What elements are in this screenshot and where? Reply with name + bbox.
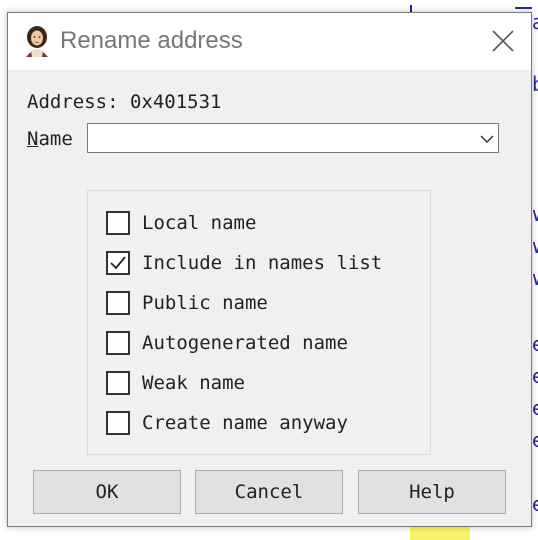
checkbox-box[interactable] [106, 211, 130, 235]
background-text: a [532, 10, 538, 34]
checkbox-box[interactable] [106, 331, 130, 355]
name-label: Name [27, 128, 73, 150]
create-name-anyway-checkbox[interactable]: Create name anyway [106, 409, 348, 437]
ida-portrait-icon [22, 25, 52, 57]
close-button[interactable] [485, 23, 521, 59]
local-name-checkbox[interactable]: Local name [106, 209, 256, 237]
background-text: w [532, 202, 538, 226]
address-label: Address: 0x401531 [27, 91, 222, 113]
background-text: e [532, 364, 538, 388]
dialog-title: Rename address [60, 27, 243, 54]
name-label-mnemonic: N [27, 128, 39, 150]
checkbox-box[interactable] [106, 371, 130, 395]
include-in-names-list-checkbox[interactable]: Include in names list [106, 249, 382, 277]
name-combobox[interactable] [87, 123, 499, 153]
background-text: b [532, 72, 538, 96]
public-name-checkbox[interactable]: Public name [106, 289, 268, 317]
name-input[interactable] [92, 127, 476, 151]
checkbox-box[interactable] [106, 251, 130, 275]
checkbox-label: Public name [142, 292, 268, 314]
rename-address-dialog: Rename address Address: 0x401531 Name Lo… [7, 12, 532, 527]
checkbox-label: Create name anyway [142, 412, 348, 434]
checkbox-box[interactable] [106, 411, 130, 435]
close-icon [492, 30, 514, 52]
background-text: e [532, 332, 538, 356]
background-toolbar-edge [410, 0, 538, 15]
background-text: e [532, 428, 538, 452]
checkbox-label: Include in names list [142, 252, 383, 274]
name-label-text: ame [38, 128, 73, 150]
autogenerated-name-checkbox[interactable]: Autogenerated name [106, 329, 348, 357]
checkmark-icon [110, 256, 126, 270]
checkbox-label: Weak name [142, 372, 245, 394]
title-bar[interactable]: Rename address [8, 13, 531, 70]
checkbox-label: Autogenerated name [142, 332, 348, 354]
ok-button[interactable]: OK [33, 470, 181, 514]
help-button[interactable]: Help [358, 470, 506, 514]
background-text: e [532, 492, 538, 516]
background-text: w [532, 234, 538, 258]
checkbox-box[interactable] [106, 291, 130, 315]
weak-name-checkbox[interactable]: Weak name [106, 369, 245, 397]
background-text: e [532, 396, 538, 420]
chevron-down-icon[interactable] [480, 131, 494, 145]
background-text: w [532, 266, 538, 290]
checkbox-label: Local name [142, 212, 257, 234]
cancel-button[interactable]: Cancel [195, 470, 343, 514]
